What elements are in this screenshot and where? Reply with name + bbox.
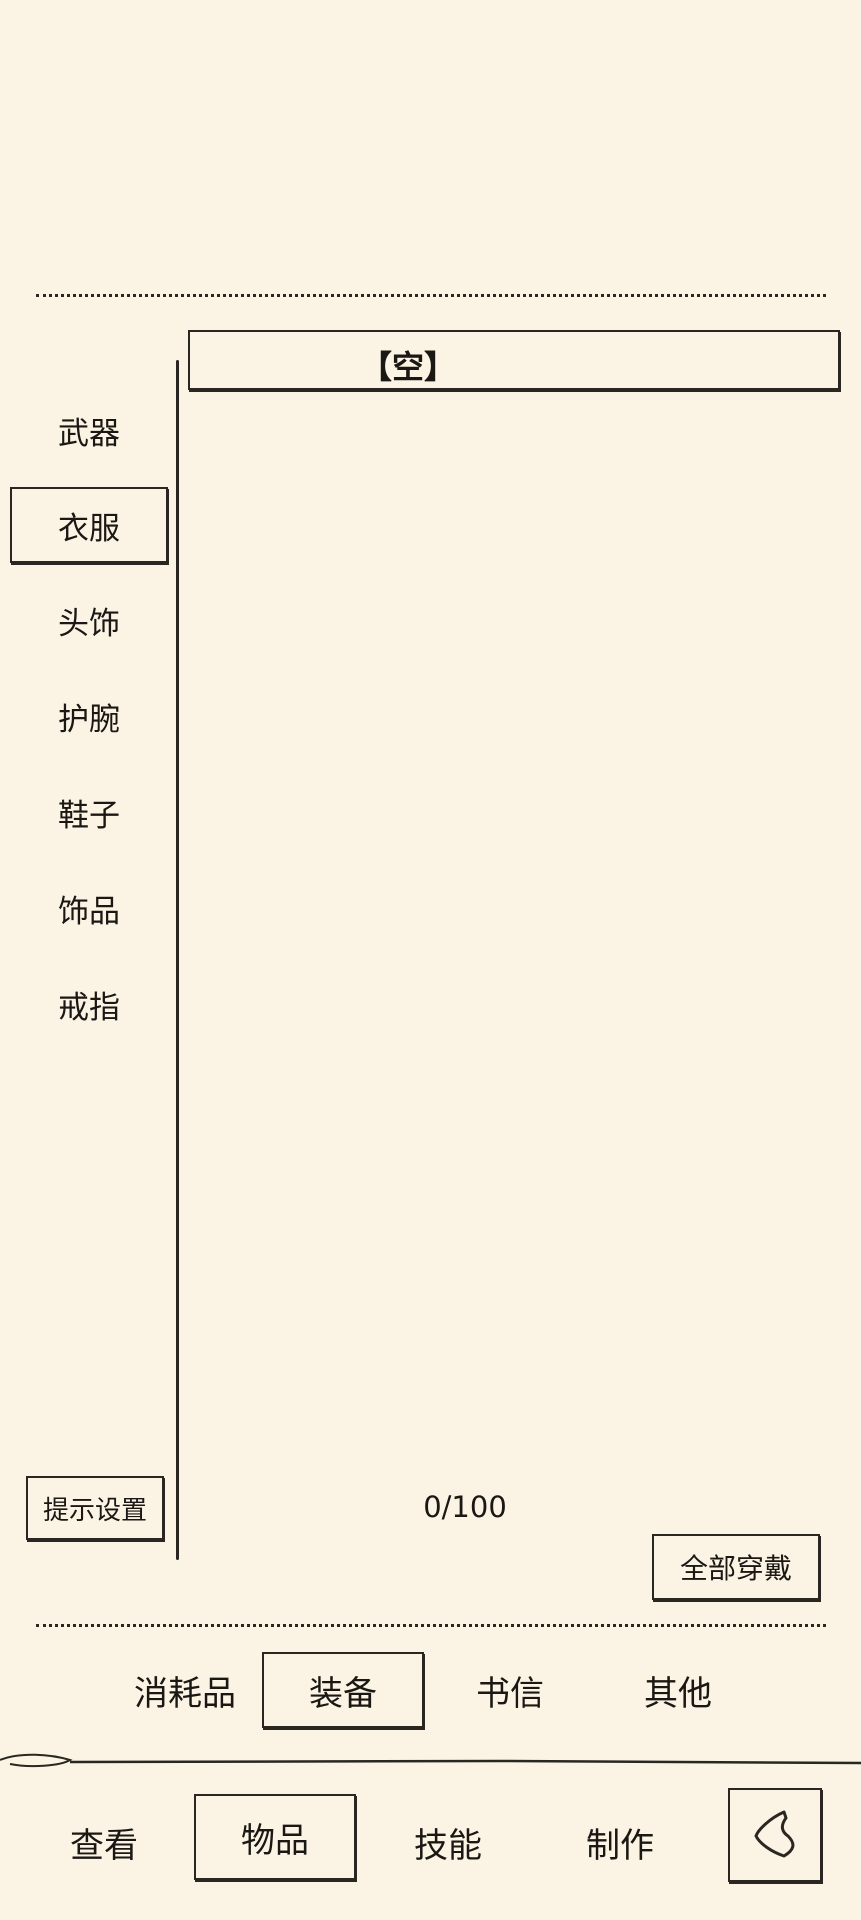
category-bracer[interactable]: 护腕 — [10, 678, 168, 754]
category-ring-label: 戒指 — [58, 989, 120, 1026]
equip-all-button[interactable]: 全部穿戴 — [652, 1534, 820, 1600]
nav-crafting[interactable]: 制作 — [552, 1802, 688, 1882]
category-bracer-label: 护腕 — [58, 701, 120, 738]
tab-letters-label: 书信 — [476, 1673, 544, 1714]
equipment-slot-label: 【空】 — [360, 348, 457, 386]
tab-letters[interactable]: 书信 — [440, 1652, 580, 1728]
tab-others-label: 其他 — [644, 1673, 712, 1714]
nav-view-label: 查看 — [70, 1825, 138, 1866]
capacity-counter: 0/100 — [423, 1490, 507, 1524]
back-chevron-icon — [754, 1810, 795, 1858]
tab-consumables-label: 消耗品 — [134, 1673, 236, 1714]
nav-view[interactable]: 查看 — [36, 1802, 172, 1882]
category-weapon[interactable]: 武器 — [10, 392, 168, 468]
category-headwear[interactable]: 头饰 — [10, 582, 168, 658]
category-clothes[interactable]: 衣服 — [10, 487, 168, 563]
nav-skills-label: 技能 — [414, 1825, 482, 1866]
category-shoes-label: 鞋子 — [58, 797, 120, 834]
nav-items[interactable]: 物品 — [194, 1794, 356, 1880]
top-divider — [36, 294, 826, 297]
equipment-slot[interactable]: 【空】 — [188, 330, 840, 390]
category-headwear-label: 头饰 — [58, 605, 120, 642]
back-button[interactable] — [728, 1788, 822, 1882]
hint-settings-button[interactable]: 提示设置 — [26, 1476, 164, 1540]
category-shoes[interactable]: 鞋子 — [10, 774, 168, 850]
category-ring[interactable]: 戒指 — [10, 966, 168, 1042]
hint-settings-label: 提示设置 — [42, 1495, 147, 1526]
category-clothes-label: 衣服 — [58, 510, 120, 547]
equip-all-label: 全部穿戴 — [679, 1552, 792, 1585]
nav-divider — [0, 1753, 861, 1768]
sidebar-divider — [176, 360, 179, 1560]
category-accessory-label: 饰品 — [58, 893, 120, 930]
nav-skills[interactable]: 技能 — [380, 1802, 516, 1882]
category-accessory[interactable]: 饰品 — [10, 870, 168, 946]
nav-items-label: 物品 — [241, 1820, 309, 1861]
tab-equipment[interactable]: 装备 — [262, 1652, 424, 1728]
category-weapon-label: 武器 — [58, 415, 120, 452]
tabs-divider — [36, 1624, 826, 1627]
tab-others[interactable]: 其他 — [608, 1652, 748, 1728]
tab-equipment-label: 装备 — [309, 1673, 377, 1714]
tab-consumables[interactable]: 消耗品 — [112, 1652, 258, 1728]
nav-crafting-label: 制作 — [586, 1825, 654, 1866]
